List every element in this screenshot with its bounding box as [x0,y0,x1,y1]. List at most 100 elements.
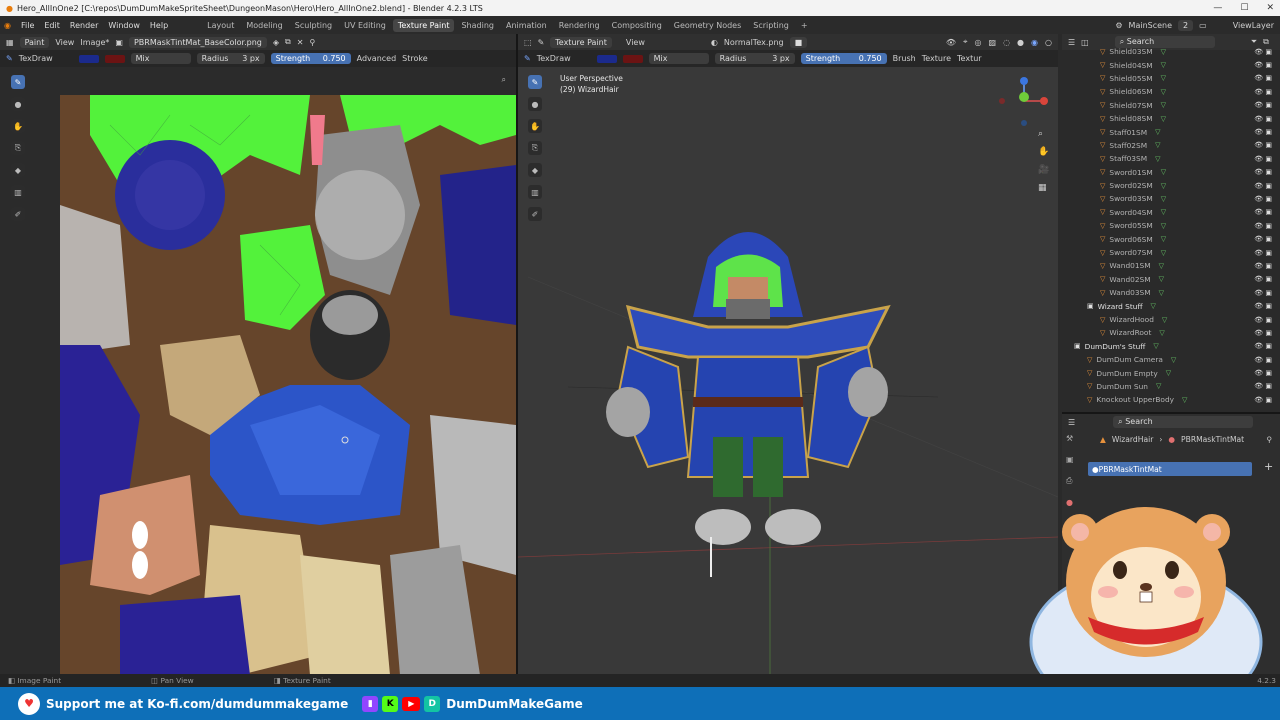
editor-type-icon[interactable]: ▦ [6,38,14,47]
scene-name[interactable]: MainScene [1129,21,1173,30]
wizard-character-model[interactable] [588,217,918,597]
visibility-toggle-icon[interactable]: 👁 ▣ [1254,249,1272,257]
image-close-icon[interactable]: ✕ [297,38,304,47]
channel-name[interactable]: DumDumMakeGame [446,697,582,711]
draw-tool-icon[interactable]: ✎ [11,75,25,89]
add-material-slot-button[interactable]: + [1264,460,1273,473]
tool-tab-icon[interactable]: ⚒ [1066,434,1074,443]
outliner-item[interactable]: ▣ DumDum's Stuff ▽ 👁 ▣ [1068,340,1278,353]
secondary-color-swatch[interactable] [104,54,125,63]
outliner-item[interactable]: ▽ Staff03SM ▽ 👁 ▣ [1068,152,1278,165]
close-button[interactable]: ✕ [1266,3,1274,13]
viewport-blend-dropdown[interactable]: Mix [648,53,709,64]
outliner-item[interactable]: ▽ Wand02SM ▽ 👁 ▣ [1068,273,1278,286]
render-tab-icon[interactable]: ▣ [1066,455,1074,464]
blender-menu-icon[interactable]: ◉ [4,21,11,30]
properties-search[interactable]: ⌕ Search [1113,416,1254,428]
outliner-item[interactable]: ▽ DumDum Empty ▽ 👁 ▣ [1068,366,1278,379]
outliner-item[interactable]: ▽ Sword05SM ▽ 👁 ▣ [1068,219,1278,232]
outliner-item[interactable]: ▽ Shield05SM ▽ 👁 ▣ [1068,72,1278,85]
brush-menu[interactable]: Brush [893,54,916,63]
outliner-item[interactable]: ▣ Wizard Stuff ▽ 👁 ▣ [1068,299,1278,312]
texture-canvas[interactable] [60,95,516,675]
outliner-item[interactable]: ▽ Knockout UpperBody ▽ 👁 ▣ [1068,393,1278,406]
texture-slot-dropdown[interactable]: NormalTex.png [724,38,784,47]
visibility-toggle-icon[interactable]: 👁 ▣ [1254,342,1272,350]
breadcrumb-material[interactable]: PBRMaskTintMat [1181,435,1244,444]
visibility-toggle-icon[interactable]: 👁 ▣ [1254,356,1272,364]
kofi-text[interactable]: Support me at Ko-fi.com/dumdummakegame [46,697,348,711]
outliner-item[interactable]: ▽ DumDum Sun ▽ 👁 ▣ [1068,380,1278,393]
viewport-view-menu[interactable]: View [626,38,645,47]
visibility-toggle-icon[interactable]: 👁 ▣ [1254,382,1272,390]
outliner-item[interactable]: ▽ Sword01SM ▽ 👁 ▣ [1068,166,1278,179]
texture-more-menu[interactable]: Textur [957,54,982,63]
outliner-item[interactable]: ▽ Staff01SM ▽ 👁 ▣ [1068,125,1278,138]
view-layer-name[interactable]: ViewLayer [1233,21,1274,30]
outliner-item[interactable]: ▽ Shield07SM ▽ 👁 ▣ [1068,99,1278,112]
shading-render-icon[interactable]: ○ [1045,38,1052,47]
shading-solid-icon[interactable]: ● [1017,38,1024,47]
smear-tool-icon[interactable]: ✋ [11,119,25,133]
tab-modeling[interactable]: Modeling [241,19,287,32]
tab-animation[interactable]: Animation [501,19,552,32]
annotate-tool-icon[interactable]: ✐ [11,207,25,221]
menu-render[interactable]: Render [70,21,98,30]
image-mode-dropdown[interactable]: Paint [19,36,50,48]
shading-wire-icon[interactable]: ◌ [1003,38,1010,47]
visibility-toggle-icon[interactable]: 👁 ▣ [1254,208,1272,216]
tab-shading[interactable]: Shading [456,19,499,32]
visibility-toggle-icon[interactable]: 👁 ▣ [1254,329,1272,337]
image-editor-area[interactable]: ✎ ● ✋ ⎘ ◆ ▥ ✐ ⌕ [0,67,516,675]
outliner-item[interactable]: ▽ Sword02SM ▽ 👁 ▣ [1068,179,1278,192]
viewport-mode-dropdown[interactable]: Texture Paint [550,36,612,48]
xray-icon[interactable]: ▨ [989,38,997,47]
tab-rendering[interactable]: Rendering [554,19,605,32]
strength-slider[interactable]: Strength 0.750 [270,53,351,64]
visibility-toggle-icon[interactable]: 👁 ▣ [1254,222,1272,230]
stroke-menu[interactable]: Stroke [402,54,428,63]
advanced-menu[interactable]: Advanced [357,54,397,63]
image-pin-icon[interactable]: ⚲ [309,38,315,47]
visibility-toggle-icon[interactable]: 👁 ▣ [1254,48,1272,56]
tab-compositing[interactable]: Compositing [607,19,667,32]
maximize-button[interactable]: ☐ [1240,3,1248,13]
outliner-item[interactable]: ▽ Shield03SM ▽ 👁 ▣ [1068,45,1278,58]
mask-toggle[interactable]: ■ [789,36,808,48]
visibility-toggle-icon[interactable]: 👁 ▣ [1254,74,1272,82]
tab-texture-paint[interactable]: Texture Paint [392,18,455,32]
primary-color-swatch[interactable] [78,54,99,63]
visibility-toggle-icon[interactable]: 👁 ▣ [1254,235,1272,243]
viewport-primary-swatch[interactable] [596,54,617,63]
mask-tool-icon[interactable]: ▥ [11,185,25,199]
outliner-item[interactable]: ▽ WizardHood ▽ 👁 ▣ [1068,313,1278,326]
outliner-item[interactable]: ▽ Staff02SM ▽ 👁 ▣ [1068,139,1278,152]
outliner-item[interactable]: ▽ WizardRoot ▽ 👁 ▣ [1068,326,1278,339]
viewport-radius-field[interactable]: Radius 3 px [714,53,795,64]
viewport-area[interactable]: User Perspective (29) WizardHair ✎ ● ✋ ⎘… [518,67,1058,674]
outliner-item[interactable]: ▽ Wand03SM ▽ 👁 ▣ [1068,286,1278,299]
outliner-item[interactable]: ▽ Sword03SM ▽ 👁 ▣ [1068,192,1278,205]
image-view-menu[interactable]: View [55,38,74,47]
visibility-toggle-icon[interactable]: 👁 ▣ [1254,262,1272,270]
image-new-icon[interactable]: ⧉ [285,37,291,47]
viewport-editor-type-icon[interactable]: ⬚ [524,38,532,47]
visibility-toggle-icon[interactable]: 👁 ▣ [1254,115,1272,123]
visibility-toggle-icon[interactable]: 👁 ▣ [1254,168,1272,176]
visibility-toggle-icon[interactable]: 👁 ▣ [1254,61,1272,69]
clone-tool-icon[interactable]: ⎘ [11,141,25,155]
blend-mode-dropdown[interactable]: Mix [130,53,191,64]
tab-layout[interactable]: Layout [202,19,239,32]
visibility-toggle-icon[interactable]: 👁 ▣ [1254,396,1272,404]
menu-file[interactable]: File [21,21,34,30]
image-menu[interactable]: Image* [80,38,109,47]
outliner-item[interactable]: ▽ DumDum Camera ▽ 👁 ▣ [1068,353,1278,366]
shading-material-icon[interactable]: ◉ [1031,38,1038,47]
visibility-toggle-icon[interactable]: 👁 ▣ [1254,369,1272,377]
image-shield-icon[interactable]: ◈ [273,38,279,47]
visibility-toggle-icon[interactable]: 👁 ▣ [1254,182,1272,190]
outliner-item[interactable]: ▽ Shield06SM ▽ 👁 ▣ [1068,85,1278,98]
tab-uv-editing[interactable]: UV Editing [339,19,391,32]
outliner-item[interactable]: ▽ Sword04SM ▽ 👁 ▣ [1068,206,1278,219]
tab-scripting[interactable]: Scripting [748,19,794,32]
